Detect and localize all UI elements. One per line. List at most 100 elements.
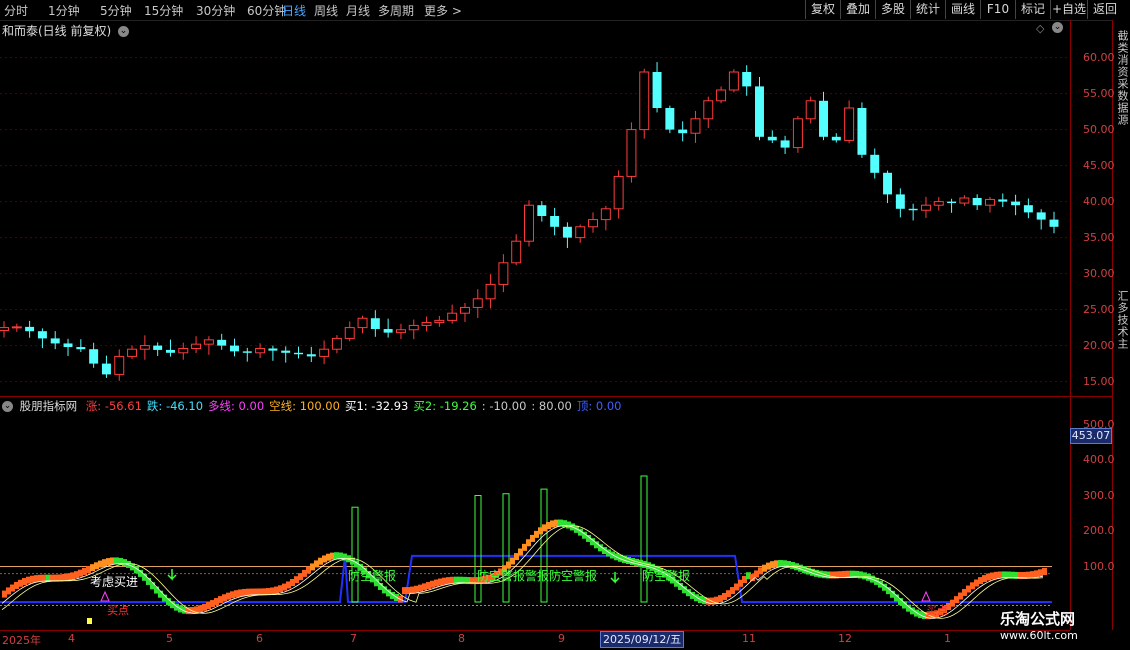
candle-body [780,140,790,148]
x-label-jun: 6 [256,632,263,645]
tab-period-monthly[interactable]: 月线 [346,2,370,19]
buy-point-label: 买点 [107,604,129,617]
candle-body [716,89,727,102]
indicator-name: 股朋指标网 [19,399,78,413]
candle-body [703,100,714,120]
watermark-brand: 乐淘公式网 [1000,610,1076,628]
y-tick-label: 20.00 [1083,338,1115,352]
indicator-chart[interactable] [0,412,1070,630]
warning-bar [474,495,482,603]
f10-button[interactable]: F10 [980,0,1015,19]
triangle-icon [921,590,931,602]
candle-body [472,298,483,308]
candle-body [230,345,239,352]
candle-body [37,331,47,339]
candle-body [63,343,73,348]
overlay-button[interactable]: 叠加 [840,0,875,19]
strip-text-top: 截类消资采数据源 [1116,30,1129,126]
candle-body [575,226,586,239]
candle-body [524,204,534,242]
indicator-value-marker: 453.07 [1070,428,1112,444]
indicator-value-3: 空线: 100.00 [269,399,340,413]
candle-body [920,204,931,211]
tab-period-more[interactable]: 更多 > [424,2,462,19]
indicator-value-0: 涨: -56.61 [85,399,142,413]
indicator-value-6: : -10.00 [481,399,527,413]
mark-button[interactable]: 标记 [1015,0,1050,19]
indicator-value-2: 多线: 0.00 [208,399,265,413]
indicator-value-1: 跌: -46.10 [146,399,204,413]
candle-body [998,199,1008,202]
candle-body [933,201,944,206]
back-button[interactable]: 返回 [1087,0,1122,19]
fuquan-button[interactable]: 复权 [805,0,840,19]
candle-body [600,208,611,221]
candle-body [972,198,982,206]
tab-period-5[interactable]: 60分钟 [247,2,286,19]
candle-body [767,136,777,141]
chevron-down-icon[interactable]: ⌄ [1052,22,1063,33]
candlestick-chart[interactable] [0,36,1070,396]
tab-period-2[interactable]: 5分钟 [100,2,132,19]
candle-body [357,317,368,329]
ind-y-tick-label: 400.0 [1083,453,1115,466]
candle-body [678,129,688,134]
candle-body [408,324,419,331]
buy-hint-label: 考虑买进 [90,575,139,589]
candle-body [652,72,662,108]
candle-body [895,194,905,209]
indicator-value-4: 买1: -32.93 [344,399,409,413]
candle-body [101,363,111,375]
multi-stock-button[interactable]: 多股 [875,0,910,19]
candle-body [11,326,22,329]
indicator-value-8: 顶: 0.00 [576,399,622,413]
y-tick-label: 15.00 [1083,374,1115,388]
candle-body [139,345,150,350]
y-tick-label: 40.00 [1083,194,1115,208]
indicator-value-7: : 80.00 [531,399,572,413]
y-tick-label: 55.00 [1083,86,1115,100]
candle-body [242,351,252,353]
candle-body [306,354,316,357]
tab-period-4[interactable]: 30分钟 [196,2,235,19]
candle-body [294,352,303,355]
strip-text-bottom: 汇多技术主 [1116,290,1129,350]
x-label-apr: 4 [68,632,75,645]
candle-body [76,347,86,350]
tab-period-multi[interactable]: 多周期 [378,2,414,19]
candle-body [268,348,278,351]
tab-period-0[interactable]: 分时 [4,2,28,19]
chevron-down-icon[interactable]: ⌄ [2,401,13,412]
candle-body [537,205,547,216]
draw-line-button[interactable]: 画线 [945,0,980,19]
candle-body [459,306,470,314]
tab-period-daily[interactable]: 日线 [282,2,306,19]
candle-body [792,118,803,149]
candle-body [383,329,393,333]
stats-button[interactable]: 统计 [910,0,945,19]
indicator-value-5: 买2: -19.26 [413,399,477,413]
warning-bar [351,506,359,603]
warning-bar [502,493,510,603]
candle-body [805,100,816,120]
tab-period-3[interactable]: 15分钟 [144,2,183,19]
candle-body [1049,219,1059,227]
air-raid-warning-label-late: 防空警报 [642,569,691,583]
diamond-icon[interactable]: ◇ [1036,22,1044,35]
signal-marker [87,618,92,624]
tab-period-weekly[interactable]: 周线 [314,2,338,19]
oscillator-segment [1042,567,1047,575]
tab-period-1[interactable]: 1分钟 [48,2,80,19]
add-favorite-button[interactable]: +自选 [1050,0,1087,19]
candle-body [217,339,227,346]
ind-y-tick-label: 100.0 [1083,559,1115,573]
candle-body [588,219,599,228]
candle-body [883,172,893,195]
candle-body [857,108,867,155]
candle-body [947,201,957,204]
candle-body [908,208,918,211]
x-label-dec: 12 [838,632,852,645]
ind-y-tick-label: 300.0 [1083,488,1115,502]
candle-body [984,198,995,206]
candle-body [447,312,458,321]
